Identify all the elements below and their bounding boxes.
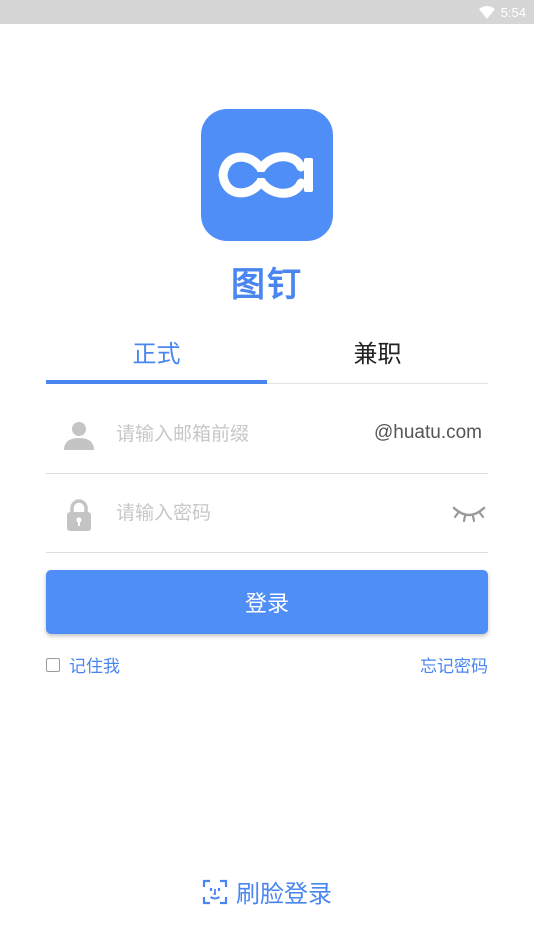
email-input[interactable] (116, 417, 356, 451)
status-bar: 5:54 (0, 0, 534, 24)
face-login-label: 刷脸登录 (236, 880, 332, 908)
eye-closed-icon[interactable] (452, 500, 486, 526)
infinity-logo-icon (218, 152, 313, 198)
tab-part-time[interactable]: 兼职 (267, 320, 488, 383)
tab-regular[interactable]: 正式 (46, 320, 267, 384)
remember-checkbox[interactable] (46, 657, 60, 672)
face-login-button[interactable]: 刷脸登录 (0, 874, 534, 909)
login-button[interactable]: 登录 (46, 570, 488, 634)
email-domain-suffix: @huatu.com (373, 422, 482, 443)
login-type-tabs: 正式 兼职 (46, 320, 488, 384)
wifi-icon (478, 5, 495, 19)
user-icon (64, 422, 94, 450)
face-scan-icon (202, 879, 228, 904)
remember-label: 记住我 (69, 657, 120, 677)
lock-icon (67, 499, 91, 531)
email-field-row: @huatu.com (46, 395, 488, 474)
remember-me[interactable]: 记住我 (46, 652, 120, 677)
app-logo (201, 109, 333, 241)
password-input[interactable] (116, 496, 356, 530)
app-name: 图钉 (231, 265, 303, 305)
forgot-password-link[interactable]: 忘记密码 (420, 652, 488, 677)
password-field-row (46, 474, 488, 553)
status-right: 5:54 (478, 0, 526, 24)
status-time: 5:54 (500, 4, 526, 20)
